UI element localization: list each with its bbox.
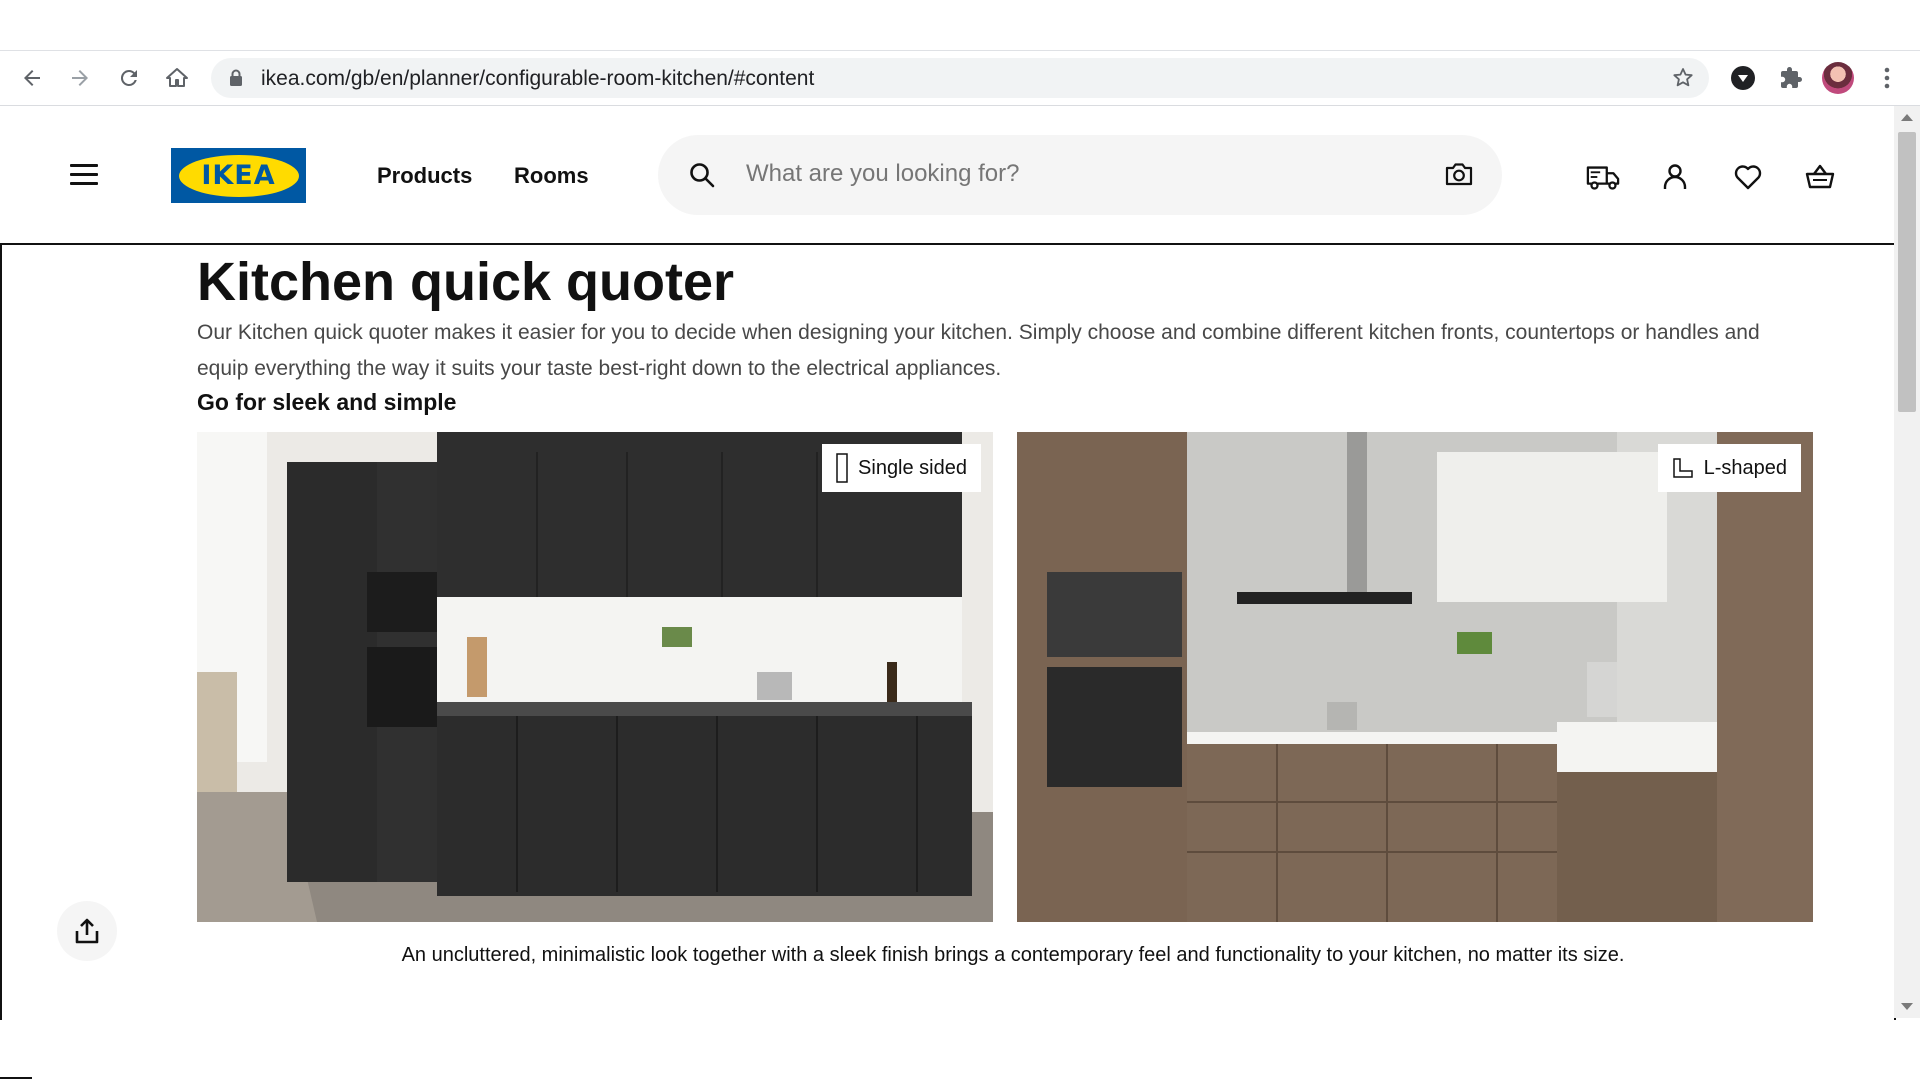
search-bar[interactable]: What are you looking for?: [658, 135, 1502, 215]
share-icon: [75, 918, 99, 944]
logo-text: IKEA: [201, 160, 276, 191]
extension-shield-button[interactable]: [1728, 63, 1758, 93]
layout-tag: Single sided: [822, 444, 981, 492]
forward-button[interactable]: [63, 61, 97, 95]
basket-button[interactable]: [1803, 160, 1837, 194]
layout-tag: L-shaped: [1657, 444, 1801, 492]
main-content: Kitchen quick quoter Our Kitchen quick q…: [0, 243, 1896, 1020]
layout-tag-label: Single sided: [858, 456, 967, 479]
single-sided-kitchen-image: [197, 432, 993, 922]
vpn-shield-icon: [1731, 66, 1755, 90]
l-shaped-icon: [1672, 458, 1693, 478]
basket-icon: [1805, 164, 1835, 189]
back-button[interactable]: [15, 61, 49, 95]
hamburger-line: [70, 173, 98, 176]
user-icon: [1663, 164, 1687, 189]
kebab-menu-icon: [1884, 67, 1890, 89]
extensions-button[interactable]: [1776, 63, 1806, 93]
heart-icon: [1734, 165, 1762, 190]
search-icon: [690, 163, 715, 188]
address-bar[interactable]: ikea.com/gb/en/planner/configurable-room…: [211, 58, 1709, 98]
browser-menu-button[interactable]: [1872, 63, 1902, 93]
delivery-button[interactable]: [1586, 160, 1620, 194]
hamburger-line: [70, 164, 98, 167]
hamburger-menu-button[interactable]: [70, 164, 98, 186]
truck-icon: [1586, 166, 1620, 190]
divider: [0, 1077, 32, 1079]
site-header: IKEA Products Rooms What are you looking…: [0, 106, 1894, 243]
kitchen-card-l-shaped[interactable]: L-shaped: [1017, 432, 1813, 922]
arrow-left-icon: [24, 70, 40, 86]
puzzle-icon: [1781, 67, 1802, 88]
scroll-up-arrow-icon[interactable]: [1901, 114, 1913, 121]
account-button[interactable]: [1658, 160, 1692, 194]
logo-oval: IKEA: [178, 154, 299, 197]
scroll-thumb[interactable]: [1898, 132, 1916, 412]
section-caption: An uncluttered, minimalistic look togeth…: [401, 944, 1625, 966]
search-placeholder: What are you looking for?: [746, 160, 1020, 187]
ikea-logo[interactable]: IKEA: [171, 148, 306, 203]
hamburger-line: [70, 182, 98, 185]
section-heading: Go for sleek and simple: [197, 389, 457, 415]
scroll-down-arrow-icon[interactable]: [1901, 1003, 1913, 1010]
page-description: Our Kitchen quick quoter makes it easier…: [197, 321, 1760, 380]
page-scrollbar[interactable]: [1894, 106, 1920, 1018]
nav-products[interactable]: Products: [377, 163, 472, 189]
reload-icon: [120, 69, 137, 86]
profile-avatar[interactable]: [1822, 62, 1854, 94]
url-text: ikea.com/gb/en/planner/configurable-room…: [261, 67, 815, 90]
favourites-button[interactable]: [1731, 160, 1765, 194]
browser-tab-strip: [0, 0, 1920, 51]
lock-icon: [230, 69, 242, 86]
layout-tag-label: L-shaped: [1703, 456, 1787, 479]
arrow-right-icon: [72, 70, 88, 86]
single-sided-icon: [836, 453, 848, 483]
nav-rooms[interactable]: Rooms: [514, 163, 589, 189]
bookmark-star-icon[interactable]: [1671, 66, 1695, 90]
home-icon: [166, 68, 188, 87]
reload-button[interactable]: [112, 61, 146, 95]
l-shaped-kitchen-image: [1017, 432, 1813, 922]
page-title: Kitchen quick quoter: [197, 252, 735, 312]
share-button[interactable]: [57, 901, 117, 961]
home-button[interactable]: [160, 61, 194, 95]
camera-icon[interactable]: [1444, 160, 1474, 188]
kitchen-card-single-sided[interactable]: Single sided: [197, 432, 993, 922]
browser-toolbar: ikea.com/gb/en/planner/configurable-room…: [0, 51, 1920, 106]
